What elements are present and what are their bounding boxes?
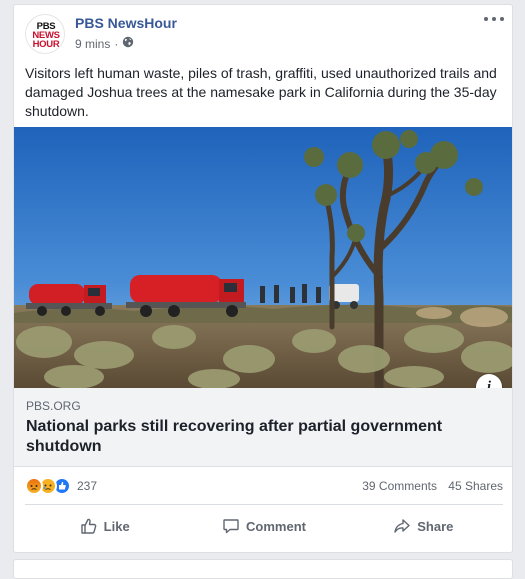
- globe-icon[interactable]: [122, 36, 134, 51]
- engagement-bar: 237 39 Comments 45 Shares: [25, 466, 503, 505]
- like-label: Like: [103, 518, 130, 534]
- post-timestamp[interactable]: 9 mins: [75, 37, 110, 51]
- share-icon: [394, 519, 410, 533]
- link-domain: PBS.ORG: [26, 399, 81, 413]
- thumbs-up-icon: [80, 518, 96, 534]
- meta-separator: ·: [114, 36, 119, 51]
- post-card: PBS NEWS HOUR PBS NewsHour 9 mins · Visi…: [13, 4, 513, 553]
- more-options-icon[interactable]: [484, 12, 504, 26]
- post-actions: Like Comment Share: [25, 508, 503, 544]
- engagement-counts: 39 Comments 45 Shares: [362, 479, 503, 493]
- next-post-card: [13, 559, 513, 579]
- reaction-count: 237: [77, 479, 98, 493]
- share-button[interactable]: Share: [344, 508, 503, 544]
- comment-label: Comment: [246, 518, 306, 534]
- angry-reaction-icon: [25, 477, 43, 495]
- like-button[interactable]: Like: [25, 508, 184, 544]
- comment-button[interactable]: Comment: [184, 508, 343, 544]
- shares-count-link[interactable]: 45 Shares: [448, 479, 503, 493]
- link-preview[interactable]: PBS.ORG National parks still recovering …: [14, 388, 512, 467]
- desert-scene-illustration: [14, 127, 512, 388]
- post-meta: 9 mins ·: [75, 36, 134, 51]
- reactions-summary[interactable]: 237: [25, 477, 97, 495]
- page-name-link[interactable]: PBS NewsHour: [75, 15, 177, 31]
- comment-icon: [223, 519, 239, 534]
- share-label: Share: [417, 518, 454, 534]
- post-text: Visitors left human waste, piles of tras…: [25, 65, 497, 119]
- link-preview-image[interactable]: i: [14, 127, 512, 388]
- comments-count-link[interactable]: 39 Comments: [362, 479, 437, 493]
- link-title[interactable]: National parks still recovering after pa…: [26, 417, 476, 457]
- avatar-logo-line-3: HOUR: [32, 39, 60, 50]
- page-avatar[interactable]: PBS NEWS HOUR: [25, 14, 65, 54]
